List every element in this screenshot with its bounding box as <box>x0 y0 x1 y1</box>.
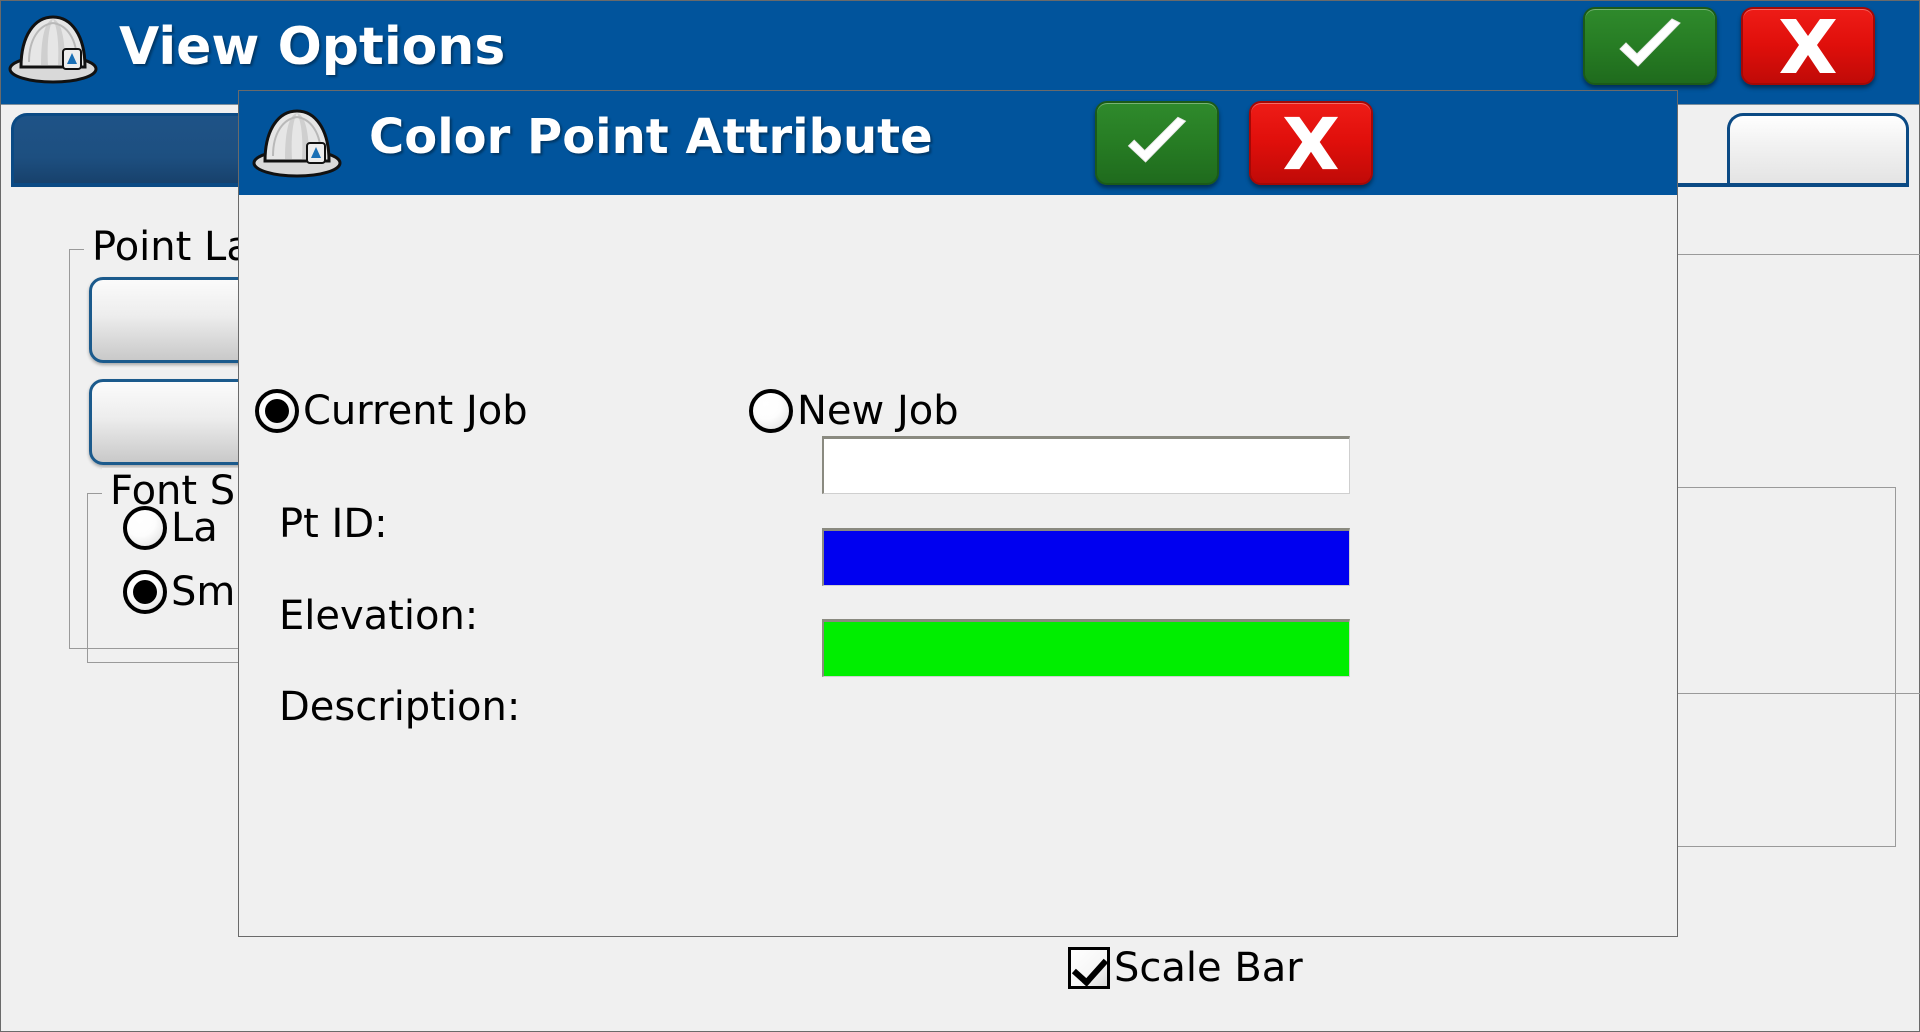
font-size-option-small[interactable]: Sm <box>123 569 235 615</box>
main-confirm-button[interactable] <box>1583 7 1717 85</box>
dialog-titlebar: Color Point Attribute <box>239 91 1677 195</box>
job-option-current-label: Current Job <box>303 388 528 434</box>
description-label: Description: <box>279 684 521 730</box>
job-option-new-label: New Job <box>797 388 959 434</box>
radio-large[interactable] <box>123 506 167 550</box>
dialog-title: Color Point Attribute <box>369 109 933 165</box>
check-icon <box>1619 18 1681 67</box>
color-point-attribute-dialog: Color Point Attribute Current Job New Jo… <box>238 90 1678 937</box>
x-icon <box>1780 19 1836 73</box>
tab-1[interactable] <box>1727 113 1909 185</box>
font-size-option-small-label: Sm <box>171 569 236 615</box>
main-cancel-button[interactable] <box>1741 7 1875 85</box>
elevation-color-swatch[interactable] <box>822 528 1350 586</box>
scale-bar-checkbox-row[interactable]: Scale Bar <box>1068 945 1303 991</box>
dialog-body: Current Job New Job Pt ID: Elevation: De… <box>239 195 1677 936</box>
job-option-current[interactable]: Current Job <box>255 388 528 434</box>
scale-bar-checkbox[interactable] <box>1068 947 1110 989</box>
radio-small[interactable] <box>123 570 167 614</box>
elevation-label: Elevation: <box>279 593 479 639</box>
pt-id-label: Pt ID: <box>279 501 388 547</box>
x-icon <box>1283 116 1339 170</box>
dialog-hardhat-icon <box>251 101 343 181</box>
font-size-option-large-label: La <box>171 505 218 551</box>
hardhat-icon <box>7 7 99 87</box>
font-size-option-large[interactable]: La <box>123 505 218 551</box>
pt-id-color-swatch[interactable] <box>822 436 1350 494</box>
job-option-new[interactable]: New Job <box>749 388 959 434</box>
check-icon <box>1127 116 1187 163</box>
radio-current-job[interactable] <box>255 389 299 433</box>
scale-bar-label: Scale Bar <box>1114 945 1303 991</box>
point-labels-group-title: Point La <box>84 224 259 270</box>
dialog-confirm-button[interactable] <box>1095 101 1219 185</box>
dialog-cancel-button[interactable] <box>1249 101 1373 185</box>
description-color-swatch[interactable] <box>822 619 1350 677</box>
radio-new-job[interactable] <box>749 389 793 433</box>
page-title: View Options <box>119 17 506 77</box>
